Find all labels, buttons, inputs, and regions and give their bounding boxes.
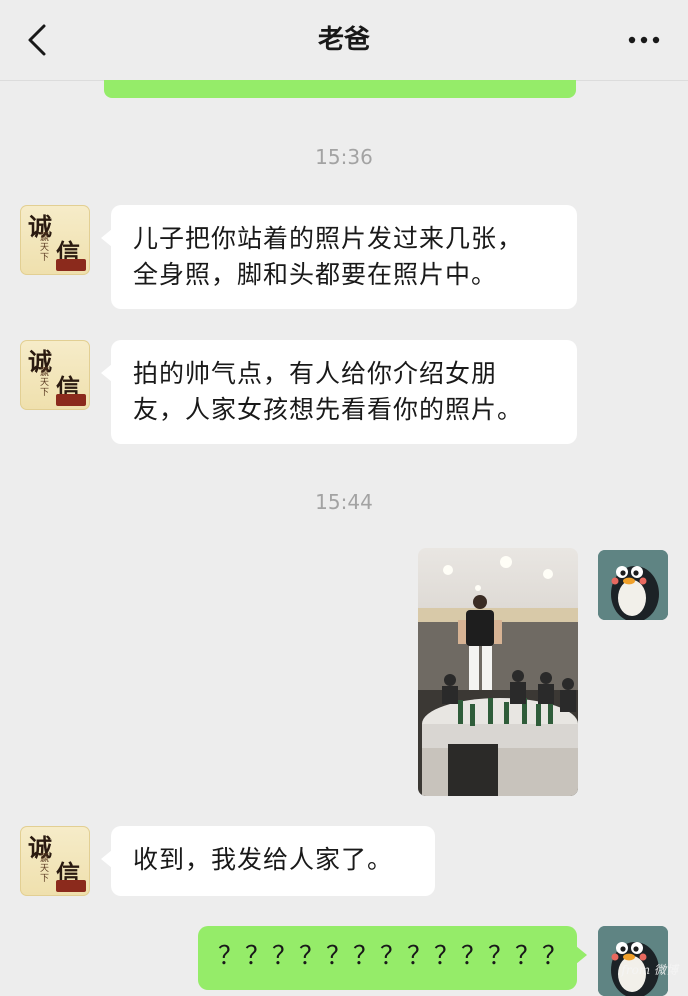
- message-line: 拍的帅气点，有人给你介绍女朋: [133, 359, 498, 388]
- message-line: 儿子把你站着的照片发过来几张，: [133, 224, 524, 253]
- seal-decoration: [56, 394, 86, 406]
- message-line: 收到，我发给人家了。: [133, 845, 394, 874]
- timestamp: 15:36: [315, 145, 373, 169]
- dad-avatar[interactable]: 诚 赢天下 信: [20, 826, 90, 896]
- chat-title: 老爸: [317, 25, 370, 55]
- dad-avatar[interactable]: 诚 赢天下 信: [20, 205, 90, 275]
- sent-photo[interactable]: [418, 548, 578, 796]
- previous-message-bubble[interactable]: [104, 80, 576, 98]
- incoming-message-bubble[interactable]: 收到，我发给人家了。: [101, 826, 435, 896]
- chat-header: 老爸: [0, 0, 688, 81]
- banquet-photo-image: [418, 548, 578, 796]
- message-line: 全身照，脚和头都要在照片中。: [133, 260, 498, 289]
- outgoing-message-bubble[interactable]: ？？？？？？？？？？？？？？: [198, 926, 587, 990]
- penguin-avatar-icon: [598, 550, 668, 620]
- watermark-text: from 微博: [621, 963, 678, 977]
- incoming-message-bubble[interactable]: 拍的帅气点，有人给你介绍女朋 友，人家女孩想先看看你的照片。: [101, 340, 577, 444]
- message-line: 友，人家女孩想先看看你的照片。: [133, 395, 524, 424]
- seal-decoration: [56, 259, 86, 271]
- message-line: ？？？？？？？？？？？？？？: [218, 941, 557, 970]
- timestamp: 15:44: [315, 490, 373, 514]
- incoming-message-bubble[interactable]: 儿子把你站着的照片发过来几张， 全身照，脚和头都要在照片中。: [101, 205, 577, 309]
- dad-avatar[interactable]: 诚 赢天下 信: [20, 340, 90, 410]
- more-dots-icon[interactable]: [624, 24, 664, 56]
- my-avatar[interactable]: [598, 550, 668, 620]
- seal-decoration: [56, 880, 86, 892]
